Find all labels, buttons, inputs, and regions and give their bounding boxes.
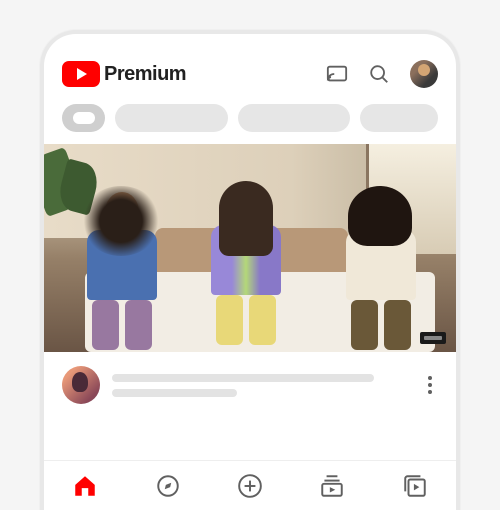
phone-frame: Premium bbox=[40, 30, 460, 510]
caption-badge bbox=[420, 332, 446, 344]
subtitle-placeholder bbox=[112, 389, 237, 397]
bottom-nav bbox=[44, 460, 456, 510]
youtube-icon bbox=[62, 61, 100, 87]
video-thumbnail[interactable] bbox=[44, 144, 456, 352]
cast-icon[interactable] bbox=[326, 63, 348, 85]
video-meta bbox=[44, 352, 456, 418]
video-title-area[interactable] bbox=[112, 374, 410, 397]
brand-text: Premium bbox=[104, 63, 186, 86]
header-actions bbox=[326, 60, 438, 88]
chip-item[interactable] bbox=[360, 104, 438, 132]
nav-library[interactable] bbox=[402, 473, 428, 499]
chip-explore[interactable] bbox=[62, 104, 105, 132]
more-options-icon[interactable] bbox=[422, 376, 438, 394]
chip-item[interactable] bbox=[238, 104, 350, 132]
nav-home[interactable] bbox=[72, 473, 98, 499]
nav-subscriptions[interactable] bbox=[319, 473, 345, 499]
channel-avatar[interactable] bbox=[62, 366, 100, 404]
nav-create[interactable] bbox=[237, 473, 263, 499]
search-icon[interactable] bbox=[368, 63, 390, 85]
title-placeholder bbox=[112, 374, 374, 382]
chip-item[interactable] bbox=[115, 104, 227, 132]
status-bar bbox=[44, 34, 456, 52]
filter-chips bbox=[44, 98, 456, 144]
logo[interactable]: Premium bbox=[62, 61, 318, 87]
app-header: Premium bbox=[44, 52, 456, 98]
nav-explore[interactable] bbox=[155, 473, 181, 499]
profile-avatar[interactable] bbox=[410, 60, 438, 88]
